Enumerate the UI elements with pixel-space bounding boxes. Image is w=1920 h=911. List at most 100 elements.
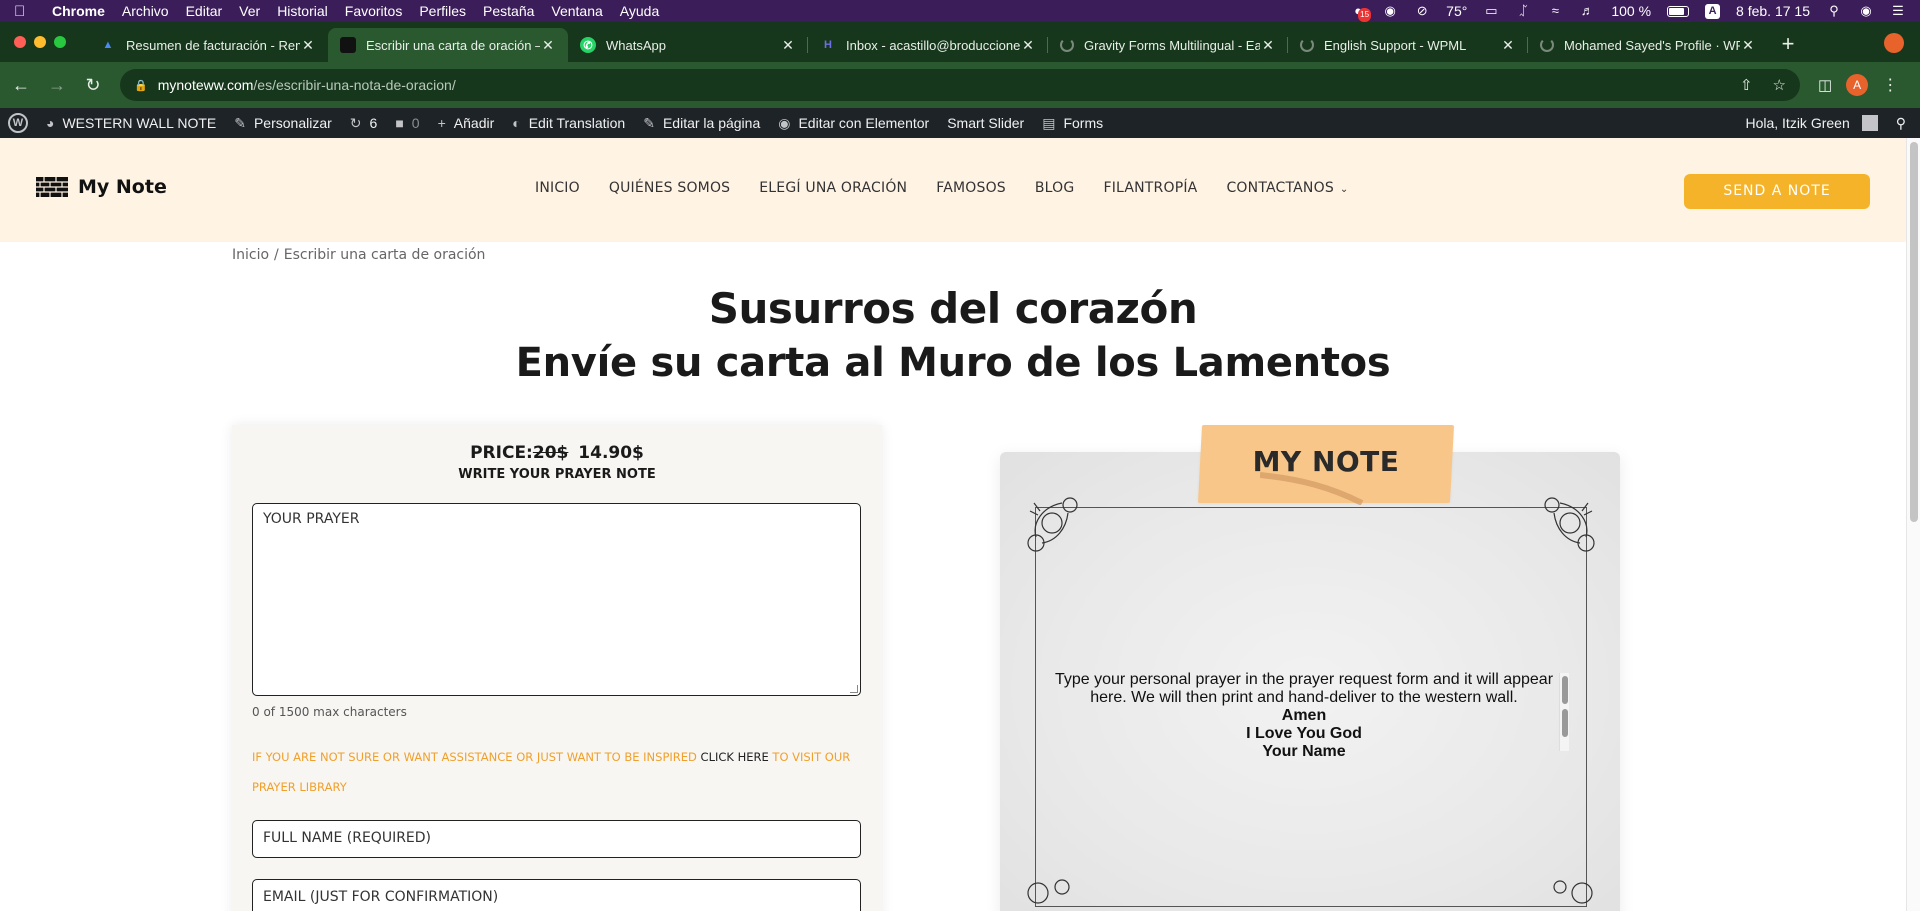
- tab-gravity-forms[interactable]: Gravity Forms Multilingual - Ea ✕: [1048, 28, 1288, 62]
- breadcrumb-home[interactable]: Inicio: [232, 247, 269, 263]
- nav-contactanos[interactable]: CONTACTANOS ⌄: [1226, 180, 1348, 196]
- wordpress-logo-icon[interactable]: W: [8, 113, 28, 133]
- wp-elementor[interactable]: ◉ Editar con Elementor: [778, 115, 929, 132]
- lock-icon[interactable]: 🔒: [134, 79, 148, 92]
- temperature-label[interactable]: 75°: [1446, 3, 1467, 19]
- menu-favoritos[interactable]: Favoritos: [345, 3, 403, 19]
- prayer-textarea[interactable]: YOUR PRAYER: [252, 503, 861, 696]
- wifi-icon[interactable]: ≈: [1547, 4, 1563, 18]
- browser-toolbar: ← → ↻ 🔒 mynoteww.com/es/escribir-una-not…: [0, 62, 1920, 108]
- prayer-library-link[interactable]: CLICK HERE: [701, 750, 769, 764]
- wp-edit-translation-label: Edit Translation: [528, 115, 626, 131]
- tab-search-icon[interactable]: [1884, 33, 1904, 53]
- minimize-window-button[interactable]: [34, 36, 46, 48]
- prayer-placeholder: YOUR PRAYER: [263, 511, 360, 527]
- loading-spinner-icon: [1300, 38, 1314, 52]
- spotlight-search-icon[interactable]: ⚲: [1826, 4, 1842, 18]
- wp-edit-page[interactable]: ✎ Editar la página: [643, 115, 760, 132]
- wp-add-new[interactable]: + Añadir: [438, 115, 495, 131]
- wp-greeting[interactable]: Hola, Itzik Green: [1745, 115, 1849, 131]
- note-scroll-thumb-lower[interactable]: [1562, 709, 1568, 737]
- share-icon[interactable]: ⇧: [1740, 76, 1753, 94]
- tab-billing[interactable]: ▲ Resumen de facturación - Rem ✕: [88, 28, 328, 62]
- notification-badge: 15: [1358, 8, 1372, 22]
- side-panel-icon[interactable]: ◫: [1818, 76, 1832, 94]
- tab-close-icon[interactable]: ✕: [540, 37, 556, 54]
- wp-edit-translation[interactable]: ◐ Edit Translation: [512, 115, 625, 131]
- tab-close-icon[interactable]: ✕: [1500, 37, 1516, 54]
- tab-wpml-support[interactable]: English Support - WPML ✕: [1288, 28, 1528, 62]
- loading-spinner-icon: [1540, 38, 1554, 52]
- tab-whatsapp[interactable]: ✆ WhatsApp ✕: [568, 28, 808, 62]
- wp-search-icon[interactable]: ⚲: [1896, 115, 1906, 132]
- chrome-status-icon[interactable]: ◉: [1382, 4, 1398, 18]
- menu-historial[interactable]: Historial: [277, 3, 328, 19]
- weather-icon[interactable]: ⊘: [1414, 4, 1430, 18]
- nav-blog[interactable]: BLOG: [1035, 180, 1075, 196]
- send-note-button[interactable]: SEND A NOTE: [1684, 174, 1870, 209]
- tab-close-icon[interactable]: ✕: [300, 37, 316, 54]
- tab-close-icon[interactable]: ✕: [1020, 37, 1036, 54]
- forward-icon[interactable]: →: [42, 75, 72, 96]
- full-name-input[interactable]: FULL NAME (REQUIRED): [252, 820, 861, 858]
- close-window-button[interactable]: [14, 36, 26, 48]
- tab-close-icon[interactable]: ✕: [1740, 37, 1756, 54]
- back-icon[interactable]: ←: [6, 75, 36, 96]
- nav-elegi-oracion[interactable]: ELEGÍ UNA ORACIÓN: [759, 180, 907, 196]
- address-bar[interactable]: 🔒 mynoteww.com/es/escribir-una-nota-de-o…: [120, 69, 1800, 101]
- tab-close-icon[interactable]: ✕: [780, 37, 796, 54]
- chrome-menu-icon[interactable]: ⋮: [1882, 75, 1898, 95]
- apple-icon[interactable]: : [14, 3, 30, 20]
- note-scroll-thumb[interactable]: [1562, 676, 1568, 704]
- page-scroll-thumb[interactable]: [1910, 142, 1918, 522]
- google-ads-icon: ▲: [102, 39, 114, 51]
- page-scrollbar[interactable]: [1906, 138, 1920, 911]
- menu-archivo[interactable]: Archivo: [122, 3, 169, 19]
- wp-customize[interactable]: ✎ Personalizar: [234, 115, 332, 132]
- menu-ayuda[interactable]: Ayuda: [620, 3, 659, 19]
- menu-ver[interactable]: Ver: [239, 3, 260, 19]
- tab-profile[interactable]: Mohamed Sayed's Profile · WP ✕: [1528, 28, 1768, 62]
- wp-customize-label: Personalizar: [253, 115, 332, 131]
- user-avatar[interactable]: [1861, 115, 1878, 131]
- wp-comments[interactable]: ■ 0: [395, 115, 419, 131]
- bluetooth-icon[interactable]: ᛢ: [1515, 4, 1531, 18]
- new-tab-button[interactable]: +: [1768, 28, 1808, 62]
- tab-inbox[interactable]: H Inbox - acastillo@broducciones ✕: [808, 28, 1048, 62]
- wp-updates[interactable]: ↻ 6: [350, 115, 378, 132]
- dashboard-icon: ◕: [46, 115, 55, 131]
- menu-pestana[interactable]: Pestaña: [483, 3, 534, 19]
- reload-icon[interactable]: ↻: [78, 75, 108, 96]
- site-logo[interactable]: My Note: [36, 176, 167, 198]
- wp-forms[interactable]: ▤ Forms: [1042, 115, 1103, 132]
- nav-filantropia[interactable]: FILANTROPÍA: [1103, 180, 1197, 196]
- bookmark-star-icon[interactable]: ☆: [1773, 76, 1786, 94]
- wp-smart-slider[interactable]: Smart Slider: [947, 115, 1024, 131]
- input-source-icon[interactable]: A: [1705, 3, 1721, 19]
- nav-inicio[interactable]: INICIO: [535, 180, 580, 196]
- profile-avatar[interactable]: A: [1846, 74, 1869, 96]
- battery-percent[interactable]: 100 %: [1611, 3, 1651, 19]
- pencil-icon: ✎: [643, 114, 655, 131]
- email-input[interactable]: EMAIL (JUST FOR CONFIRMATION): [252, 879, 861, 911]
- nav-famosos[interactable]: FAMOSOS: [936, 180, 1006, 196]
- zoom-window-button[interactable]: [54, 36, 66, 48]
- siri-icon[interactable]: ◉: [1858, 4, 1874, 18]
- menu-ventana[interactable]: Ventana: [551, 3, 602, 19]
- control-center-icon[interactable]: ☰: [1890, 4, 1906, 18]
- menu-app-name[interactable]: Chrome: [52, 3, 105, 19]
- clock[interactable]: 8 feb. 17 15: [1736, 3, 1810, 19]
- menu-editar[interactable]: Editar: [186, 3, 223, 19]
- tab-close-icon[interactable]: ✕: [1260, 37, 1276, 54]
- airplay-icon[interactable]: ▭: [1483, 4, 1499, 18]
- wp-site-name[interactable]: ◕ WESTERN WALL NOTE: [46, 115, 216, 131]
- tab-prayer-letter[interactable]: Escribir una carta de oración – ✕: [328, 28, 568, 62]
- wp-add-label: Añadir: [453, 115, 495, 131]
- volume-icon[interactable]: ♬: [1579, 4, 1595, 18]
- notification-icon[interactable]: ●15: [1350, 4, 1372, 22]
- menu-perfiles[interactable]: Perfiles: [419, 3, 466, 19]
- nav-quienes-somos[interactable]: QUIÉNES SOMOS: [609, 180, 730, 196]
- resize-handle[interactable]: [850, 685, 858, 693]
- note-scrollbar[interactable]: [1559, 673, 1569, 751]
- battery-icon[interactable]: [1667, 5, 1690, 17]
